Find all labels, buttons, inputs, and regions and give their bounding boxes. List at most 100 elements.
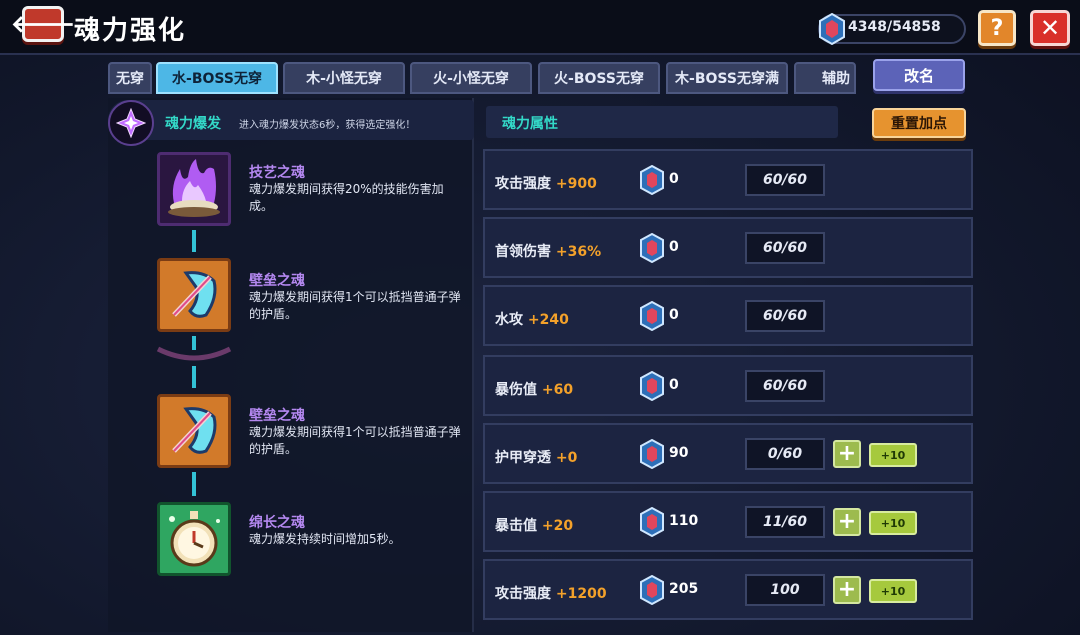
soul-gem-icon (819, 13, 845, 45)
skill-connector (192, 230, 196, 252)
attribute-bonus: +20 (541, 518, 574, 534)
attribute-row: 暴击值 +20 110 11/60 + +10 (483, 491, 973, 552)
attribute-name: 水攻 (495, 312, 523, 328)
attribute-label: 暴击值 +20 (495, 515, 573, 535)
soul-name: 技艺之魂 (249, 165, 305, 181)
attribute-label: 水攻 +240 (495, 309, 569, 329)
tab-fire-boss[interactable]: 火-BOSS无穿 (538, 62, 660, 94)
back-arrow-icon: 🡐 (10, 10, 76, 38)
soul-name: 壁垒之魂 (249, 273, 305, 289)
tab-label: 水-BOSS无穿 (172, 71, 262, 87)
attribute-bonus: +1200 (555, 586, 607, 602)
burst-description: 进入魂力爆发状态6秒，获得选定强化！ (239, 120, 416, 131)
tab-support[interactable]: 辅助 (794, 62, 856, 94)
soul-gem-icon (639, 164, 665, 199)
attribute-cost: 110 (669, 513, 699, 529)
attribute-cost: 90 (669, 445, 689, 461)
plus-icon: + (837, 577, 857, 602)
attribute-cost: 0 (669, 377, 679, 393)
skill-connector (192, 366, 196, 388)
add-point-button[interactable]: + (833, 508, 861, 536)
tab-label: 辅助 (822, 71, 850, 87)
tab-label: 木-BOSS无穿满 (675, 71, 779, 87)
add-ten-points-button[interactable]: +10 (869, 443, 917, 467)
close-icon: ✕ (1039, 14, 1061, 42)
attribute-name: 攻击强度 (495, 176, 551, 192)
tab-fire-mob[interactable]: 火-小怪无穿 (410, 62, 532, 94)
attribute-bonus: +900 (555, 176, 597, 192)
tab-partial[interactable]: 无穿 (108, 62, 152, 94)
game-screen: 🡐 魂力强化 4348/54858 ? ✕ 无穿 水-BOSS无穿 木-小怪无穿… (0, 0, 1080, 635)
attribute-level: 11/60 (745, 506, 825, 538)
attribute-cost: 0 (669, 171, 679, 187)
add-ten-points-button[interactable]: +10 (869, 511, 917, 535)
purple-flame-icon[interactable] (157, 152, 231, 226)
soul-description: 魂力爆发期间获得1个可以抵挡普通子弹的护盾。 (249, 290, 461, 321)
soul-name: 壁垒之魂 (249, 408, 305, 424)
attribute-row: 攻击强度 +1200 205 100 + +10 (483, 559, 973, 620)
question-mark-icon: ? (990, 15, 1004, 41)
tab-label: 无穿 (116, 71, 144, 87)
soul-gem-icon (639, 438, 665, 473)
attributes-title: 魂力属性 (502, 116, 558, 132)
attribute-name: 暴伤值 (495, 382, 537, 398)
attribute-label: 攻击强度 +900 (495, 173, 597, 193)
plus10-label: +10 (880, 584, 906, 598)
plus-icon: + (837, 509, 857, 534)
attribute-label: 护甲穿透 +0 (495, 447, 577, 467)
attribute-row: 首领伤害 +36% 0 60/60 (483, 217, 973, 278)
attribute-cost: 0 (669, 307, 679, 323)
attribute-row: 暴伤值 +60 0 60/60 (483, 355, 973, 416)
burst-crystal-icon (108, 100, 154, 146)
soul-gem-icon (639, 300, 665, 335)
tab-water-boss[interactable]: 水-BOSS无穿 (156, 62, 278, 94)
reset-points-button[interactable]: 重置加点 (872, 108, 966, 138)
shield-icon[interactable] (157, 394, 231, 468)
attribute-level: 60/60 (745, 300, 825, 332)
attribute-name: 暴击值 (495, 518, 537, 534)
attribute-name: 攻击强度 (495, 586, 551, 602)
add-ten-points-button[interactable]: +10 (869, 579, 917, 603)
soul-gem-icon (639, 506, 665, 541)
attribute-level: 60/60 (745, 232, 825, 264)
attribute-level: 60/60 (745, 164, 825, 196)
close-button[interactable]: ✕ (1030, 10, 1070, 46)
attribute-name: 护甲穿透 (495, 450, 551, 466)
plus10-label: +10 (880, 448, 906, 462)
attribute-cost: 205 (669, 581, 699, 597)
shield-icon[interactable] (157, 258, 231, 332)
rename-label: 改名 (903, 66, 934, 85)
stopwatch-icon[interactable] (157, 502, 231, 576)
soul-name: 绵长之魂 (249, 515, 305, 531)
attribute-cost: 0 (669, 239, 679, 255)
plus-icon: + (837, 441, 857, 466)
rename-button[interactable]: 改名 (873, 59, 965, 91)
soul-gem-icon (639, 574, 665, 609)
attribute-name: 首领伤害 (495, 244, 551, 260)
soul-description: 魂力爆发期间获得20%的技能伤害加成。 (249, 182, 444, 213)
tab-wood-mob[interactable]: 木-小怪无穿 (283, 62, 405, 94)
ornament-icon (156, 346, 232, 361)
soul-description: 魂力爆发期间获得1个可以抵挡普通子弹的护盾。 (249, 425, 461, 456)
add-point-button[interactable]: + (833, 440, 861, 468)
help-button[interactable]: ? (978, 10, 1016, 46)
attribute-bonus: +0 (555, 450, 578, 466)
attribute-row: 护甲穿透 +0 90 0/60 + +10 (483, 423, 973, 484)
attribute-label: 首领伤害 +36% (495, 241, 601, 261)
attribute-row: 水攻 +240 0 60/60 (483, 285, 973, 346)
attribute-level: 60/60 (745, 370, 825, 402)
attribute-label: 攻击强度 +1200 (495, 583, 607, 603)
attribute-bonus: +60 (541, 382, 574, 398)
attribute-bonus: +240 (527, 312, 569, 328)
back-button[interactable]: 🡐 (11, 6, 75, 42)
attribute-label: 暴伤值 +60 (495, 379, 573, 399)
soul-gem-icon (639, 232, 665, 267)
tab-label: 木-小怪无穿 (306, 71, 382, 87)
add-point-button[interactable]: + (833, 576, 861, 604)
tab-label: 火-BOSS无穿 (554, 71, 644, 87)
tab-wood-boss-max[interactable]: 木-BOSS无穿满 (666, 62, 788, 94)
reset-label: 重置加点 (891, 116, 947, 132)
skill-connector (192, 472, 196, 496)
attribute-level: 0/60 (745, 438, 825, 470)
attribute-level: 100 (745, 574, 825, 606)
